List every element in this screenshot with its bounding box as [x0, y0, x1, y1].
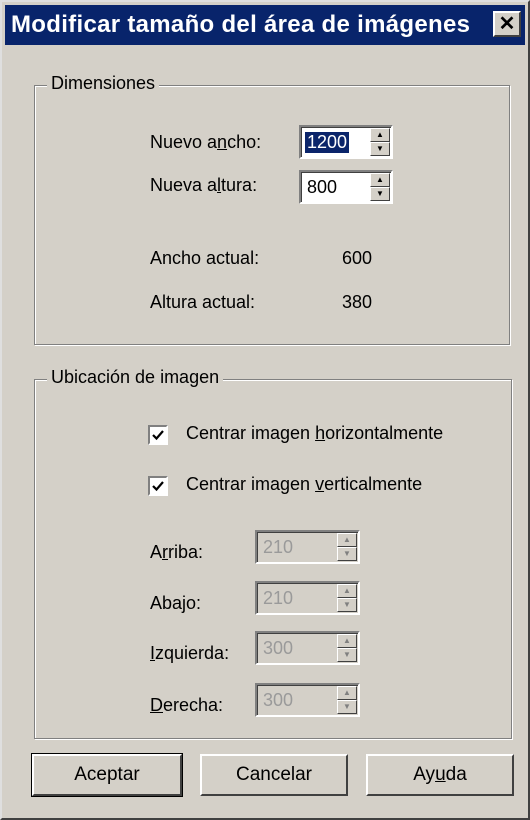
new-width-input[interactable]: 1200: [305, 132, 350, 153]
help-button-label: Ayuda: [413, 764, 467, 785]
new-height-label: Nueva altura:: [150, 175, 258, 195]
down-arrow-icon[interactable]: ▼: [337, 598, 357, 612]
top-label: Arriba:: [150, 542, 204, 562]
center-horizontal-checkbox[interactable]: [148, 425, 168, 445]
top-spin-buttons: ▲ ▼: [337, 533, 357, 561]
center-vertical-checkbox[interactable]: [148, 476, 168, 496]
right-spinner[interactable]: 300 ▲ ▼: [255, 683, 360, 717]
bottom-spin-buttons: ▲ ▼: [337, 584, 357, 612]
new-height-spinner[interactable]: 800 ▲ ▼: [299, 170, 393, 204]
close-icon: ✕: [498, 13, 516, 35]
center-horizontal-label[interactable]: Centrar imagen horizontalmente: [186, 423, 443, 444]
up-arrow-icon[interactable]: ▲: [337, 533, 357, 547]
left-spinner[interactable]: 300 ▲ ▼: [255, 631, 360, 665]
current-width-value: 600: [342, 248, 373, 268]
help-button[interactable]: Ayuda: [366, 754, 514, 796]
cancel-button-label: Cancelar: [235, 764, 313, 785]
new-height-spin-buttons: ▲ ▼: [370, 173, 390, 201]
bottom-input[interactable]: 210: [261, 588, 295, 609]
new-width-label: Nuevo ancho:: [150, 132, 262, 152]
new-width-spin-buttons: ▲ ▼: [370, 128, 390, 156]
cancel-button[interactable]: Cancelar: [200, 754, 348, 796]
left-label: Izquierda:: [150, 643, 230, 663]
top-input[interactable]: 210: [261, 537, 295, 558]
checkmark-icon: [152, 430, 164, 441]
down-arrow-icon[interactable]: ▼: [337, 648, 357, 662]
down-arrow-icon[interactable]: ▼: [370, 187, 390, 201]
dimensions-legend: Dimensiones: [47, 73, 160, 94]
right-spin-buttons: ▲ ▼: [337, 686, 357, 714]
right-input[interactable]: 300: [261, 690, 295, 711]
new-height-input[interactable]: 800: [305, 177, 339, 198]
bottom-spinner[interactable]: 210 ▲ ▼: [255, 581, 360, 615]
dialog-window: Modificar tamaño del área de imágenes ✕ …: [0, 0, 530, 820]
up-arrow-icon[interactable]: ▲: [337, 634, 357, 648]
close-button[interactable]: ✕: [493, 11, 521, 37]
down-arrow-icon[interactable]: ▼: [337, 700, 357, 714]
left-input[interactable]: 300: [261, 638, 295, 659]
up-arrow-icon[interactable]: ▲: [337, 584, 357, 598]
right-label: Derecha:: [150, 695, 224, 715]
center-vertical-label[interactable]: Centrar imagen verticalmente: [186, 474, 422, 495]
left-spin-buttons: ▲ ▼: [337, 634, 357, 662]
placement-legend: Ubicación de imagen: [47, 367, 224, 388]
accept-button[interactable]: Aceptar: [31, 753, 183, 797]
dialog-title: Modificar tamaño del área de imágenes: [11, 11, 471, 38]
new-width-spinner[interactable]: 1200 ▲ ▼: [299, 125, 393, 159]
bottom-label: Abajo:: [150, 593, 202, 613]
current-width-label: Ancho actual:: [150, 248, 260, 268]
current-height-value: 380: [342, 292, 373, 312]
down-arrow-icon[interactable]: ▼: [337, 547, 357, 561]
up-arrow-icon[interactable]: ▲: [370, 173, 390, 187]
dimensions-group: Dimensiones: [34, 73, 510, 345]
down-arrow-icon[interactable]: ▼: [370, 142, 390, 156]
up-arrow-icon[interactable]: ▲: [370, 128, 390, 142]
checkmark-icon: [152, 481, 164, 492]
title-bar[interactable]: Modificar tamaño del área de imágenes ✕: [5, 5, 525, 45]
current-height-label: Altura actual:: [150, 292, 256, 312]
top-spinner[interactable]: 210 ▲ ▼: [255, 530, 360, 564]
accept-button-label: Aceptar: [74, 764, 140, 785]
up-arrow-icon[interactable]: ▲: [337, 686, 357, 700]
